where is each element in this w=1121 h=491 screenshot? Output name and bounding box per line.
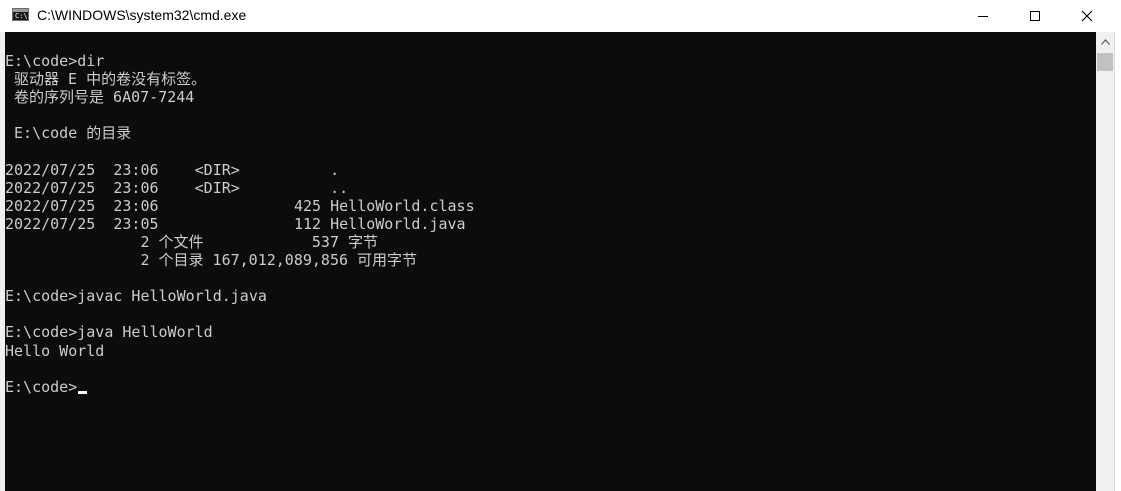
console-line: 卷的序列号是 6A07-7244	[5, 88, 195, 107]
console-text: E:\code>dir 驱动器 E 中的卷没有标签。 卷的序列号是 6A07-7…	[5, 52, 475, 396]
console-line: E:\code>java HelloWorld	[5, 323, 213, 342]
close-button[interactable]	[1061, 0, 1113, 32]
console-line: Hello World	[5, 341, 105, 360]
console-line: 2022/07/25 23:06 <DIR> .	[5, 160, 340, 179]
console-line: E:\code 的目录	[5, 124, 132, 143]
console-line: 2 个文件 537 字节	[5, 232, 379, 251]
window-title: C:\WINDOWS\system32\cmd.exe	[37, 7, 247, 23]
cmd-icon-glyph: C:\	[15, 12, 28, 20]
text-cursor	[78, 390, 88, 394]
console-line: 2022/07/25 23:06 <DIR> ..	[5, 178, 349, 197]
background-window-edge	[1114, 32, 1121, 491]
console-line: E:\code>dir	[5, 52, 105, 70]
console-line: E:\code>javac HelloWorld.java	[5, 287, 267, 306]
title-bar[interactable]: C:\ C:\WINDOWS\system32\cmd.exe	[0, 0, 1121, 32]
console-line: 驱动器 E 中的卷没有标签。	[5, 70, 207, 89]
console-line: 2022/07/25 23:06 425 HelloWorld.class	[5, 196, 475, 215]
command-prompt[interactable]: E:\code>	[5, 378, 475, 396]
scroll-up-arrow-icon[interactable]	[1096, 34, 1114, 50]
close-icon	[1081, 10, 1093, 22]
minimize-icon	[978, 15, 988, 17]
console-line: 2 个目录 167,012,089,856 可用字节	[5, 251, 418, 270]
scroll-thumb[interactable]	[1097, 53, 1113, 71]
console-output[interactable]: E:\code>dir 驱动器 E 中的卷没有标签。 卷的序列号是 6A07-7…	[5, 32, 1096, 491]
prompt-text: E:\code>	[5, 377, 78, 396]
cmd-app-icon[interactable]: C:\	[12, 8, 29, 21]
maximize-button[interactable]	[1009, 0, 1061, 32]
minimize-button[interactable]	[957, 0, 1009, 32]
maximize-icon	[1030, 11, 1040, 21]
console-line: 2022/07/25 23:05 112 HelloWorld.java	[5, 214, 466, 233]
vertical-scrollbar[interactable]	[1096, 32, 1114, 491]
